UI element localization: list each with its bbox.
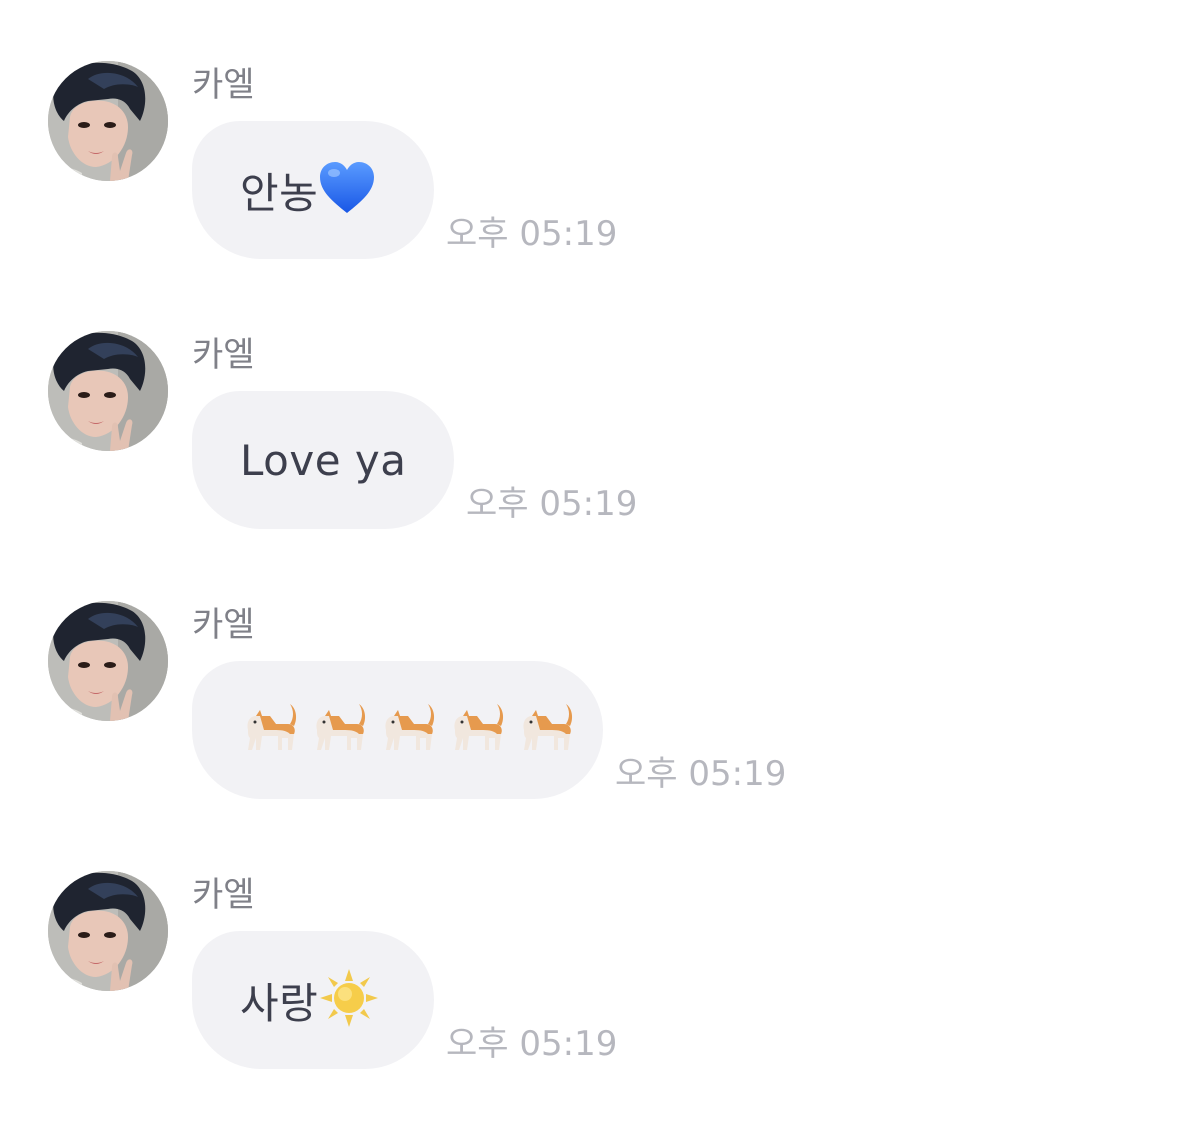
- sender-name: 카엘: [192, 65, 255, 105]
- avatar[interactable]: [48, 331, 168, 451]
- cat-emoji-row: [240, 700, 580, 760]
- sender-name: 카엘: [192, 875, 255, 915]
- message-time: 오후 05:19: [466, 484, 638, 524]
- message-bubble[interactable]: 사랑: [192, 931, 434, 1069]
- message-row: 카엘 오후 05:19: [0, 601, 1179, 871]
- cat-icon: [447, 700, 507, 760]
- message-time: 오후 05:19: [446, 1024, 618, 1064]
- message-row: 카엘 안농 오후 05:19: [0, 61, 1179, 331]
- message-bubble[interactable]: [192, 661, 603, 799]
- avatar[interactable]: [48, 61, 168, 181]
- message-time: 오후 05:19: [615, 754, 787, 794]
- blue-heart-icon: [318, 161, 376, 219]
- message-bubble[interactable]: Love ya: [192, 391, 454, 529]
- cat-icon: [240, 700, 300, 760]
- cat-icon: [516, 700, 576, 760]
- message-text: 안농: [240, 168, 319, 218]
- message-time: 오후 05:19: [446, 214, 618, 254]
- message-text: Love ya: [240, 435, 407, 485]
- message-bubble[interactable]: 안농: [192, 121, 434, 259]
- message-row: 카엘 Love ya 오후 05:19: [0, 331, 1179, 601]
- avatar[interactable]: [48, 871, 168, 991]
- sun-icon: [318, 967, 380, 1033]
- cat-icon: [378, 700, 438, 760]
- sender-name: 카엘: [192, 335, 255, 375]
- avatar[interactable]: [48, 601, 168, 721]
- message-text: 사랑: [240, 978, 319, 1028]
- sender-name: 카엘: [192, 605, 255, 645]
- cat-icon: [309, 700, 369, 760]
- message-row: 카엘 사랑 오후 05:19: [0, 871, 1179, 1141]
